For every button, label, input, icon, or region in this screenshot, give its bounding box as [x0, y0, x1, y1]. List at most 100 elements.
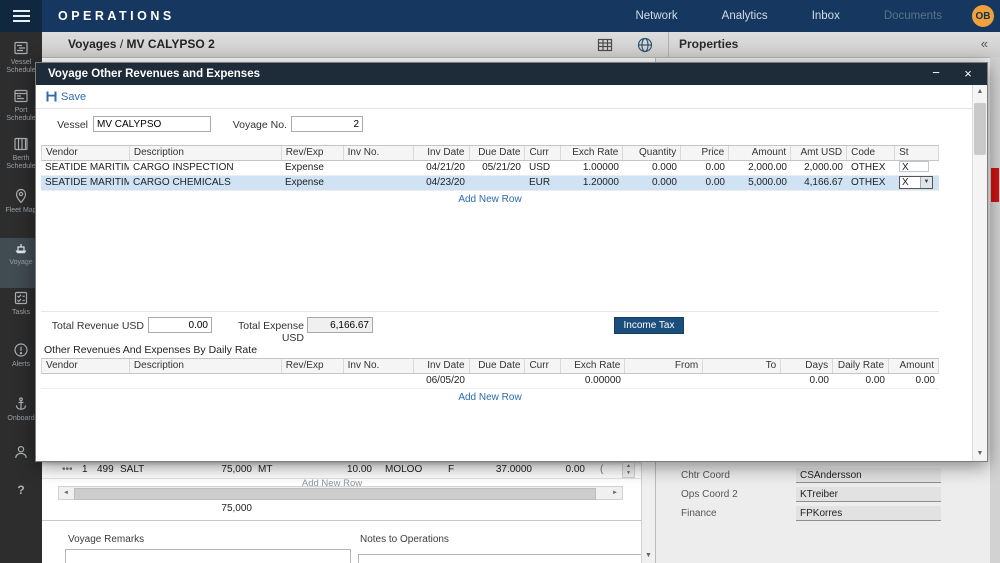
save-button[interactable]: Save: [36, 85, 972, 109]
cell-revexp[interactable]: [281, 374, 343, 388]
cell-description[interactable]: [129, 374, 281, 388]
column-header-exch-rate[interactable]: Exch Rate: [561, 146, 623, 160]
cell-quantity[interactable]: 0.000: [623, 176, 681, 190]
column-header-vendor[interactable]: Vendor: [42, 359, 130, 373]
scroll-down-icon[interactable]: ▼: [642, 549, 655, 563]
cell-code[interactable]: OTHEX: [847, 161, 895, 175]
nav-inbox[interactable]: Inbox: [812, 10, 840, 22]
add-new-row-link[interactable]: Add New Row: [41, 191, 939, 208]
cell-st[interactable]: X: [895, 161, 939, 175]
cell-inv-date[interactable]: 04/21/20: [413, 161, 469, 175]
column-header-price[interactable]: Price: [681, 146, 729, 160]
cell-from[interactable]: [625, 374, 703, 388]
table-row[interactable]: SEATIDE MARITIM CARGO INSPECTION Expense…: [41, 161, 939, 176]
scroll-left-icon[interactable]: ◄: [59, 487, 73, 499]
cell-amount[interactable]: 0.00: [889, 374, 939, 388]
minimize-icon[interactable]: −: [927, 63, 945, 85]
add-new-row-link[interactable]: Add New Row: [41, 389, 939, 406]
cell-description[interactable]: CARGO CHEMICALS: [129, 176, 281, 190]
column-header-curr[interactable]: Curr: [525, 146, 561, 160]
nav-network[interactable]: Network: [635, 10, 677, 22]
column-header-amount[interactable]: Amount: [729, 146, 791, 160]
cell-exch-rate[interactable]: 1.20000: [561, 176, 623, 190]
cell-due-date[interactable]: [469, 374, 525, 388]
cell-price[interactable]: 0.00: [681, 176, 729, 190]
voyage-remarks-textarea[interactable]: [65, 549, 351, 563]
column-header-daily-rate[interactable]: Daily Rate: [833, 359, 889, 373]
modal-titlebar[interactable]: Voyage Other Revenues and Expenses − ×: [36, 63, 987, 85]
scroll-up-icon[interactable]: ▲: [973, 85, 987, 99]
column-header-due-date[interactable]: Due Date: [470, 359, 526, 373]
cell-exch-rate[interactable]: 0.00000: [561, 374, 625, 388]
cell-curr[interactable]: USD: [525, 161, 561, 175]
cell-code[interactable]: OTHEX: [847, 176, 895, 190]
cell-amount[interactable]: 5,000.00: [729, 176, 791, 190]
cell-revexp[interactable]: Expense: [281, 161, 343, 175]
notes-to-operations-textarea[interactable]: [358, 554, 646, 563]
scroll-right-icon[interactable]: ►: [608, 487, 622, 499]
st-dropdown[interactable]: X ▼: [899, 176, 933, 189]
collapse-panel-icon[interactable]: «: [981, 32, 988, 57]
cell-vendor[interactable]: SEATIDE MARITIM: [41, 176, 129, 190]
nav-documents[interactable]: Documents: [884, 10, 942, 22]
cell-description[interactable]: CARGO INSPECTION: [129, 161, 281, 175]
panel-vertical-scrollbar[interactable]: ▼: [641, 462, 655, 563]
modal-vertical-scrollbar[interactable]: ▲ ▼: [972, 85, 987, 461]
column-header-st[interactable]: St: [895, 146, 939, 160]
row-menu-icon[interactable]: •••: [62, 464, 73, 475]
column-header-quantity[interactable]: Quantity: [623, 146, 681, 160]
hamburger-menu-button[interactable]: [0, 0, 42, 32]
grid-view-icon[interactable]: [596, 36, 614, 54]
chtr-coord-field[interactable]: [796, 468, 941, 483]
globe-icon[interactable]: [636, 36, 654, 54]
cell-price[interactable]: 0.00: [681, 161, 729, 175]
cell-quantity[interactable]: 0.000: [623, 161, 681, 175]
table-row-selected[interactable]: SEATIDE MARITIM CARGO CHEMICALS Expense …: [41, 176, 939, 191]
column-header-revexp[interactable]: Rev/Exp: [282, 146, 344, 160]
breadcrumb-voyages-link[interactable]: Voyages: [68, 37, 116, 51]
column-header-due-date[interactable]: Due Date: [470, 146, 526, 160]
cell-curr[interactable]: EUR: [525, 176, 561, 190]
income-tax-button[interactable]: Income Tax: [614, 317, 684, 334]
scrollbar-thumb[interactable]: [74, 488, 596, 500]
avatar[interactable]: OB: [972, 5, 994, 27]
cell-st[interactable]: X ▼: [895, 176, 939, 190]
column-header-vendor[interactable]: Vendor: [42, 146, 130, 160]
cargo-grid-scrollbar[interactable]: ▲ ▼: [622, 462, 635, 478]
horizontal-scrollbar[interactable]: ◄ ►: [58, 486, 623, 500]
column-header-exch-rate[interactable]: Exch Rate: [561, 359, 625, 373]
scroll-up-icon[interactable]: ▲: [626, 463, 631, 469]
cell-revexp[interactable]: Expense: [281, 176, 343, 190]
cell-inv-date[interactable]: 06/05/20: [413, 374, 469, 388]
cell-inv-no[interactable]: [343, 161, 413, 175]
column-header-description[interactable]: Description: [130, 146, 282, 160]
scroll-down-icon[interactable]: ▼: [626, 470, 631, 476]
column-header-days[interactable]: Days: [781, 359, 833, 373]
cell-inv-date[interactable]: 04/23/20: [413, 176, 469, 190]
scroll-down-icon[interactable]: ▼: [973, 447, 987, 461]
cell-inv-no[interactable]: [343, 176, 413, 190]
cell-curr[interactable]: [525, 374, 561, 388]
cell-due-date[interactable]: 05/21/20: [469, 161, 525, 175]
column-header-amount[interactable]: Amount: [889, 359, 939, 373]
cell-exch-rate[interactable]: 1.00000: [561, 161, 623, 175]
total-expense-field[interactable]: [307, 317, 373, 333]
cell-vendor[interactable]: [41, 374, 129, 388]
cell-amt-usd[interactable]: 2,000.00: [791, 161, 847, 175]
cell-daily-rate[interactable]: 0.00: [833, 374, 889, 388]
column-header-amt-usd[interactable]: Amt USD: [791, 146, 847, 160]
cell-vendor[interactable]: SEATIDE MARITIM: [41, 161, 129, 175]
scrollbar-thumb[interactable]: [974, 103, 986, 155]
finance-field[interactable]: [796, 506, 941, 521]
column-header-inv-date[interactable]: Inv Date: [414, 146, 470, 160]
sidebar-item-help[interactable]: ?: [0, 480, 42, 518]
cell-due-date[interactable]: [469, 176, 525, 190]
column-header-inv-no[interactable]: Inv No.: [344, 146, 414, 160]
cell-to[interactable]: [703, 374, 781, 388]
column-header-from[interactable]: From: [625, 359, 703, 373]
column-header-code[interactable]: Code: [847, 146, 895, 160]
column-header-inv-no[interactable]: Inv No.: [344, 359, 414, 373]
total-revenue-field[interactable]: [148, 317, 212, 333]
st-value[interactable]: X: [899, 161, 929, 172]
cell-amt-usd[interactable]: 4,166.67: [791, 176, 847, 190]
